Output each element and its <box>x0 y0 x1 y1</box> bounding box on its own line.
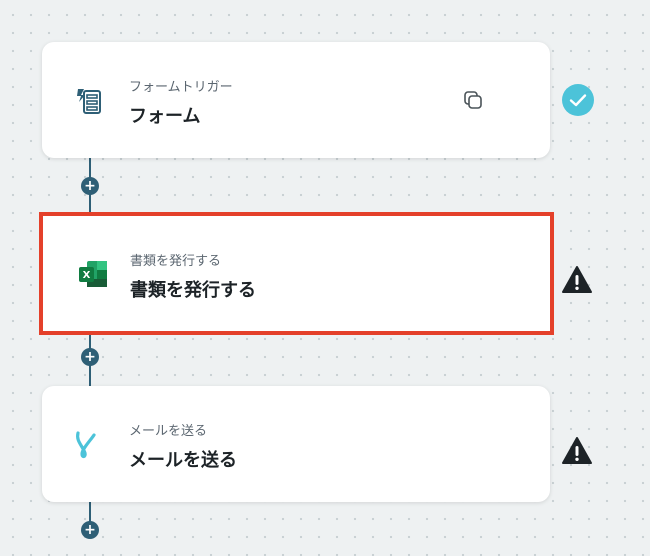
mail-icon <box>76 431 96 459</box>
svg-text:X: X <box>83 270 91 281</box>
warning-icon <box>562 266 592 293</box>
step-title: 書類を発行する <box>130 280 256 301</box>
step-card-issue-document[interactable]: X 書類を発行する 書類を発行する <box>39 212 554 335</box>
step-subtitle: フォームトリガー <box>129 80 233 95</box>
excel-icon: X <box>79 260 107 287</box>
copy-icon[interactable] <box>462 89 484 111</box>
add-step-button[interactable]: + <box>81 177 99 195</box>
flow-canvas: { "steps": [ { "subtitle": "フォームトリガー", "… <box>0 0 650 556</box>
step-card-send-mail[interactable]: メールを送る メールを送る <box>42 386 550 502</box>
step-subtitle: メールを送る <box>129 424 208 439</box>
warning-icon <box>562 437 592 464</box>
step-title: フォーム <box>129 106 201 127</box>
add-step-button[interactable]: + <box>81 348 99 366</box>
step-subtitle: 書類を発行する <box>130 254 222 269</box>
add-step-button[interactable]: + <box>81 521 99 539</box>
check-icon <box>562 84 594 116</box>
form-icon <box>77 89 101 114</box>
step-card-form-trigger[interactable]: フォームトリガー フォーム <box>42 42 550 158</box>
step-title: メールを送る <box>129 450 237 471</box>
